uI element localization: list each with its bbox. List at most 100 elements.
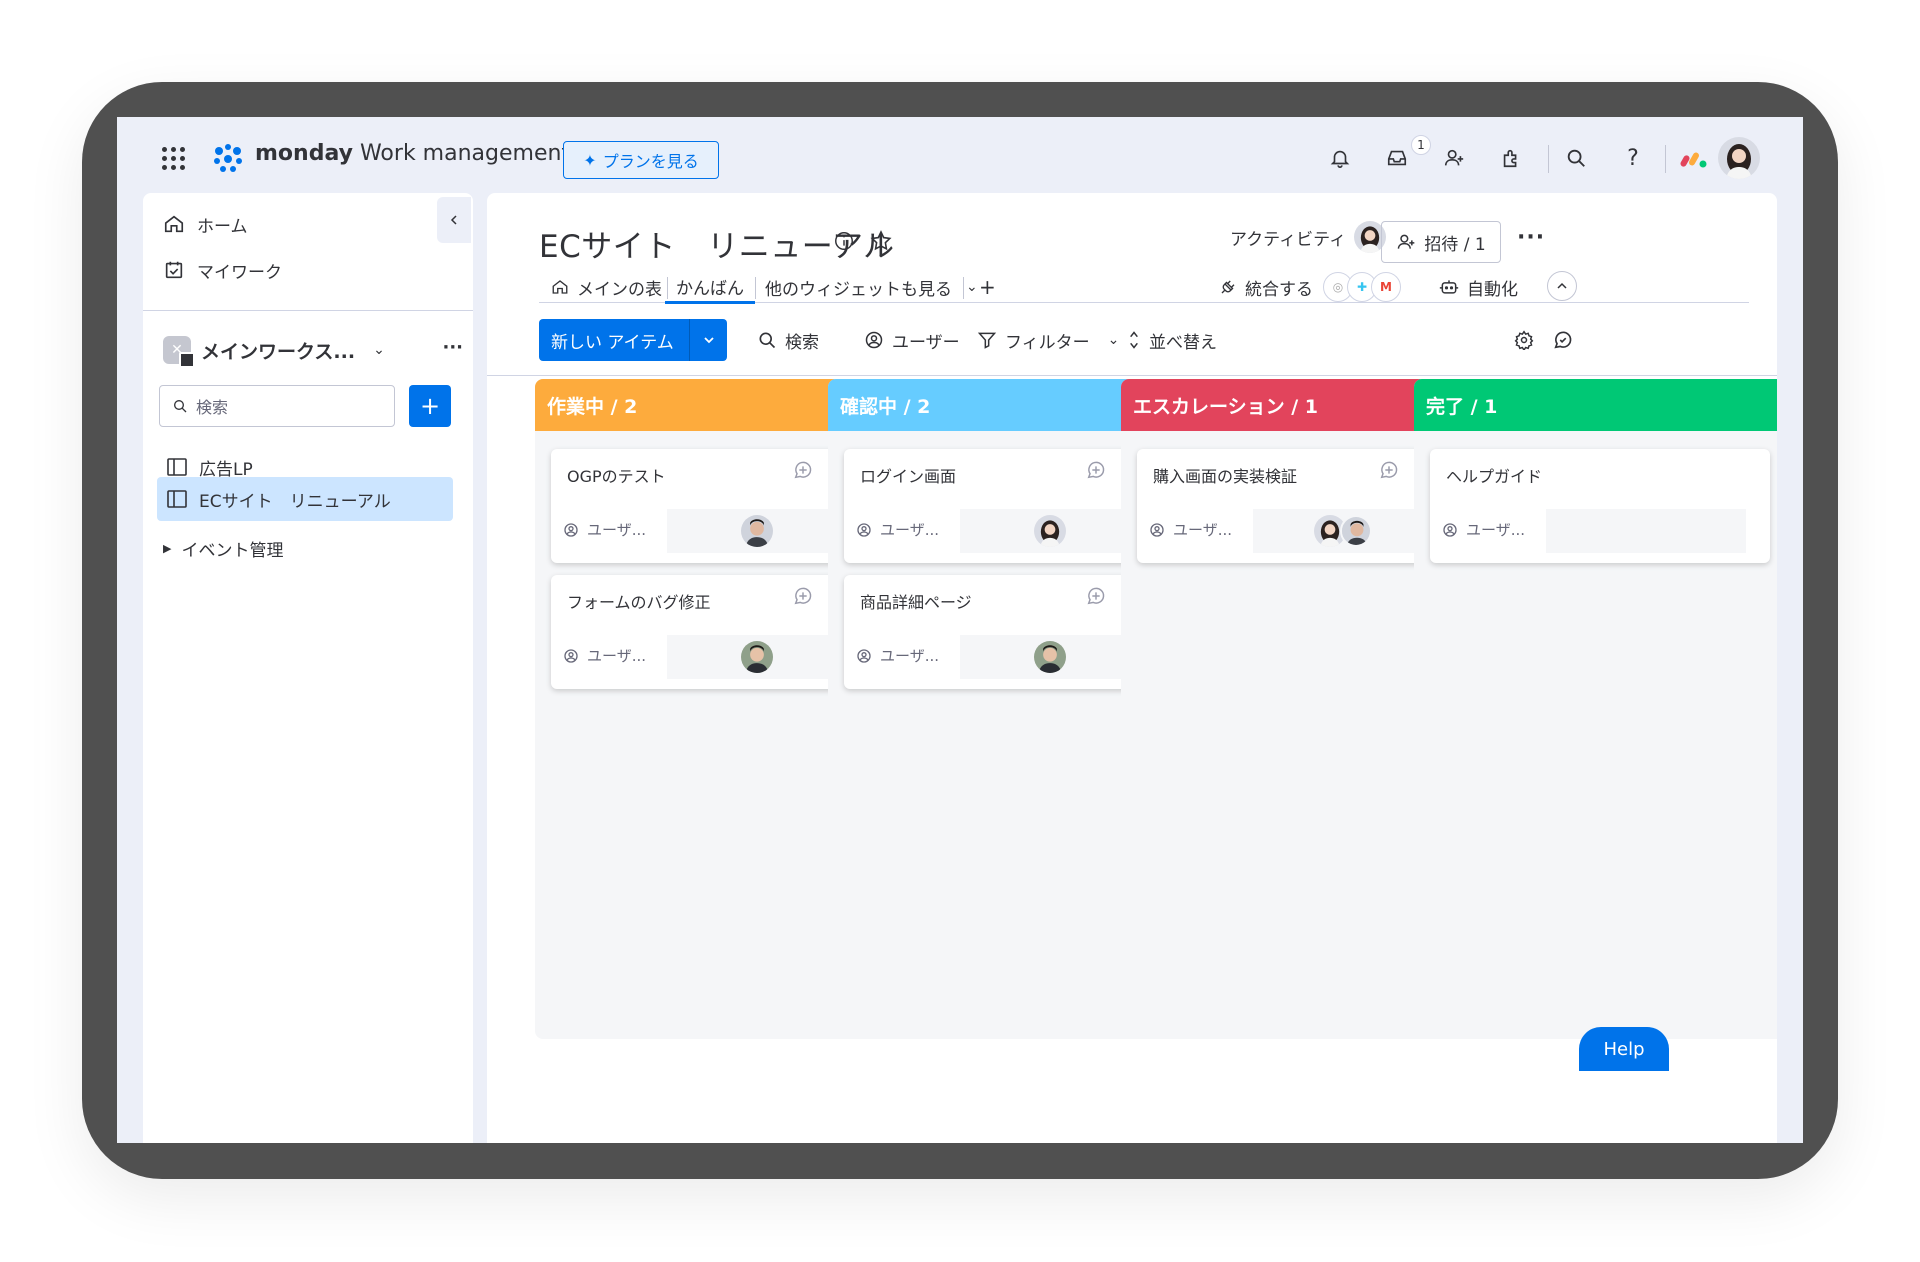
card-title: 商品詳細ページ [860,593,972,612]
search-tool[interactable]: 検索 [757,319,819,361]
card-person-field: ユーザ... [1149,519,1232,540]
search-icon[interactable] [1561,143,1591,173]
card-person-value[interactable] [960,509,1140,553]
chevron-down-icon[interactable] [690,334,727,346]
card-person-label: ユーザ... [587,647,647,665]
column-header[interactable]: 確認中 / 2 [828,379,1168,431]
card-person-label: ユーザ... [1466,521,1526,539]
home-icon [164,215,184,233]
add-view-button[interactable]: + [967,271,1008,303]
card-person-field: ユーザ... [563,645,646,666]
card-title: OGPのテスト [567,467,666,486]
tab-divider [963,277,964,299]
top-bar: monday Work management ✦ プランを見る 1 ? [117,117,1803,193]
add-update-icon[interactable] [792,585,814,607]
tab-more-widgets[interactable]: 他のウィジェットも見る ⌄ [753,271,990,303]
kanban-card[interactable]: ログイン画面 ··· ユーザ... [844,449,1152,563]
app-screen: monday Work management ✦ プランを見る 1 ? ホーム … [117,117,1803,1143]
help-icon[interactable]: ? [1618,143,1648,173]
collapse-header-button[interactable] [1547,271,1577,301]
column-header[interactable]: エスカレーション / 1 [1121,379,1461,431]
home-icon [552,280,568,294]
invite-user-icon [1398,234,1415,249]
workspace-selector[interactable]: ✕ メインワークス... ⌄ ··· [163,335,463,368]
assignee-avatar [741,515,773,547]
kanban-card[interactable]: フォームのバグ修正 ··· ユーザ... [551,575,859,689]
see-plans-button[interactable]: ✦ プランを見る [563,141,719,179]
topbar-divider [1665,145,1666,173]
tab-kanban[interactable]: かんばん [665,271,755,304]
kanban-card[interactable]: OGPのテスト ··· ユーザ... [551,449,859,563]
invite-button[interactable]: 招待 / 1 [1381,221,1501,263]
assignee-avatar [1034,641,1066,673]
chevron-down-icon[interactable]: ⌄ [1108,332,1120,348]
add-update-icon[interactable] [1378,459,1400,481]
help-button[interactable]: Help [1579,1027,1669,1071]
card-person-value[interactable] [1253,509,1433,553]
integrate-label: 統合する [1245,279,1313,300]
card-person-value[interactable] [960,635,1140,679]
kanban-card[interactable]: ヘルプガイド ユーザ... [1430,449,1770,563]
feedback-icon[interactable] [1552,319,1574,361]
card-person-value[interactable] [667,509,847,553]
activity-button[interactable]: アクティビティ [1230,221,1387,253]
filter-tool[interactable]: フィルター ⌄ [977,319,1119,361]
sidebar-search-input[interactable]: 検索 [159,385,395,427]
automate-button[interactable]: 自動化 [1439,271,1518,303]
invite-user-icon[interactable] [1439,143,1469,173]
inbox-icon[interactable] [1382,143,1412,173]
kanban-card[interactable]: 購入画面の実装検証 ··· ユーザ... [1137,449,1445,563]
add-update-icon[interactable] [1085,585,1107,607]
add-update-icon[interactable] [792,459,814,481]
add-update-icon[interactable] [1085,459,1107,481]
sort-tool[interactable]: 並べ替え [1127,319,1217,361]
user-circle-icon [564,522,578,537]
user-circle-icon [1443,522,1457,537]
monday-product-icon[interactable] [1680,147,1708,169]
person-filter-tool[interactable]: ユーザー [864,319,960,361]
person-filter-label: ユーザー [892,332,960,353]
add-board-button[interactable]: + [409,385,451,427]
board-label: 広告LP [199,459,253,480]
tab-kanban-label: かんばん [676,278,744,299]
board-main: ECサイト リニューアル アクティビティ 招待 / 1 ··· メインの表 かん… [487,193,1777,1143]
info-icon[interactable] [833,230,855,252]
caret-right-icon: ▶ [163,541,172,555]
card-person-field: ユーザ... [1442,519,1525,540]
column-header[interactable]: 作業中 / 2 [535,379,875,431]
gmail-icon: M [1371,272,1401,302]
kanban-column-in-progress: 作業中 / 2 OGPのテスト ··· ユーザ... フォームのバグ修正 [535,379,875,1039]
filter-label: フィルター [1005,332,1090,353]
card-person-field: ユーザ... [856,645,939,666]
new-item-button[interactable]: 新しい アイテム [539,319,727,361]
tab-main-table-label: メインの表 [577,279,662,300]
integrations-icon[interactable] [1496,143,1526,173]
bell-icon[interactable] [1325,143,1355,173]
kanban-card[interactable]: 商品詳細ページ ··· ユーザ... [844,575,1152,689]
card-person-field: ユーザ... [563,519,646,540]
card-person-value[interactable] [667,635,847,679]
star-icon[interactable] [869,229,893,253]
settings-icon[interactable] [1514,319,1534,361]
board-icon [167,490,187,508]
card-person-field: ユーザ... [856,519,939,540]
workspace-more-icon[interactable]: ··· [442,337,463,358]
chevron-down-icon: ⌄ [373,342,385,358]
tab-main-table[interactable]: メインの表 [539,271,674,303]
assignee-avatar [1034,515,1066,547]
sidebar-item-my-work[interactable]: マイワーク [163,255,282,285]
integrate-button[interactable]: 統合する ◎ ✚ M [1219,271,1401,303]
search-icon [174,400,187,413]
column-header[interactable]: 完了 / 1 [1414,379,1777,431]
sidebar-collapse-button[interactable] [437,197,471,243]
sidebar-item-home[interactable]: ホーム [163,209,248,239]
card-person-value[interactable] [1546,509,1746,553]
sidebar: ホーム マイワーク ✕ メインワークス... ⌄ ··· 検索 + 広告LP E… [143,193,473,1143]
sidebar-board-ec-renewal[interactable]: ECサイト リニューアル [157,477,453,521]
card-title: ログイン画面 [860,467,957,486]
user-avatar[interactable] [1718,137,1760,179]
apps-grid-icon[interactable] [162,147,186,171]
board-more-icon[interactable]: ··· [1517,225,1545,250]
sidebar-folder-events[interactable]: ▶ イベント管理 [163,533,283,563]
sidebar-divider [143,310,473,311]
